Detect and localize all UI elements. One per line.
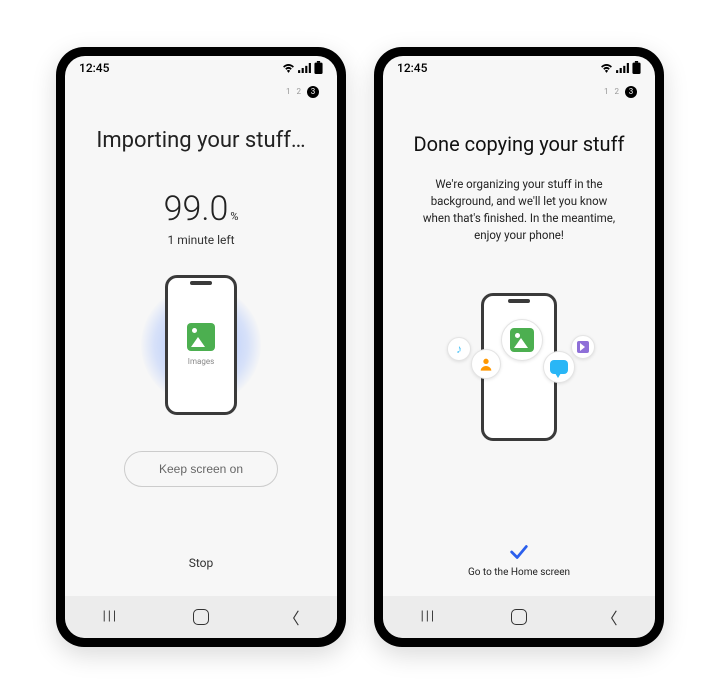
status-time: 12:45 xyxy=(397,61,427,75)
signal-icon xyxy=(298,63,311,73)
step-1: 1 xyxy=(286,87,291,96)
percent-value: 99.0 xyxy=(164,189,229,229)
screen-done: 12:45 1 2 3 Done copying your stuff We'r… xyxy=(383,56,655,638)
import-illustration: Images xyxy=(131,265,271,425)
progress-percent: 99.0 % xyxy=(164,189,239,229)
step-indicator: 1 2 3 xyxy=(65,80,337,98)
images-bubble-icon xyxy=(501,319,543,361)
status-time: 12:45 xyxy=(79,61,109,75)
phone-frame-left: 12:45 1 2 3 Importing your stuff… 99.0 xyxy=(56,47,346,647)
nav-recents-button[interactable] xyxy=(88,605,132,629)
nav-home-button[interactable] xyxy=(179,605,223,629)
battery-icon xyxy=(632,61,641,74)
step-3-current: 3 xyxy=(307,86,319,98)
nav-recents-button[interactable] xyxy=(406,605,450,629)
wifi-icon xyxy=(600,63,613,73)
done-illustration: ♪ xyxy=(419,281,619,451)
step-3-current: 3 xyxy=(625,86,637,98)
battery-icon xyxy=(314,61,323,74)
page-title: Importing your stuff… xyxy=(96,128,305,153)
percent-unit: % xyxy=(230,210,238,223)
step-2: 2 xyxy=(297,87,302,96)
step-2: 2 xyxy=(615,87,620,96)
video-bubble-icon xyxy=(571,335,595,359)
nav-back-button[interactable] xyxy=(588,605,632,629)
images-label: Images xyxy=(188,357,214,366)
status-bar: 12:45 xyxy=(65,56,337,80)
images-icon xyxy=(187,323,215,351)
contacts-bubble-icon xyxy=(471,349,501,379)
time-remaining: 1 minute left xyxy=(167,233,234,247)
checkmark-icon xyxy=(508,541,530,563)
messages-bubble-icon xyxy=(543,351,575,383)
screen-importing: 12:45 1 2 3 Importing your stuff… 99.0 xyxy=(65,56,337,638)
nav-bar xyxy=(383,596,655,638)
signal-icon xyxy=(616,63,629,73)
status-bar: 12:45 xyxy=(383,56,655,80)
nav-bar xyxy=(65,596,337,638)
page-title: Done copying your stuff xyxy=(414,132,625,156)
page-subtitle: We're organizing your stuff in the backg… xyxy=(403,176,635,245)
phone-illustration: Images xyxy=(165,275,237,415)
step-indicator: 1 2 3 xyxy=(383,80,655,98)
go-home-button[interactable]: Go to the Home screen xyxy=(468,567,570,578)
music-bubble-icon: ♪ xyxy=(447,337,471,361)
phone-frame-right: 12:45 1 2 3 Done copying your stuff We'r… xyxy=(374,47,664,647)
nav-back-button[interactable] xyxy=(270,605,314,629)
nav-home-button[interactable] xyxy=(497,605,541,629)
wifi-icon xyxy=(282,63,295,73)
keep-screen-on-button[interactable]: Keep screen on xyxy=(124,451,278,487)
step-1: 1 xyxy=(604,87,609,96)
stop-button[interactable]: Stop xyxy=(181,548,222,578)
